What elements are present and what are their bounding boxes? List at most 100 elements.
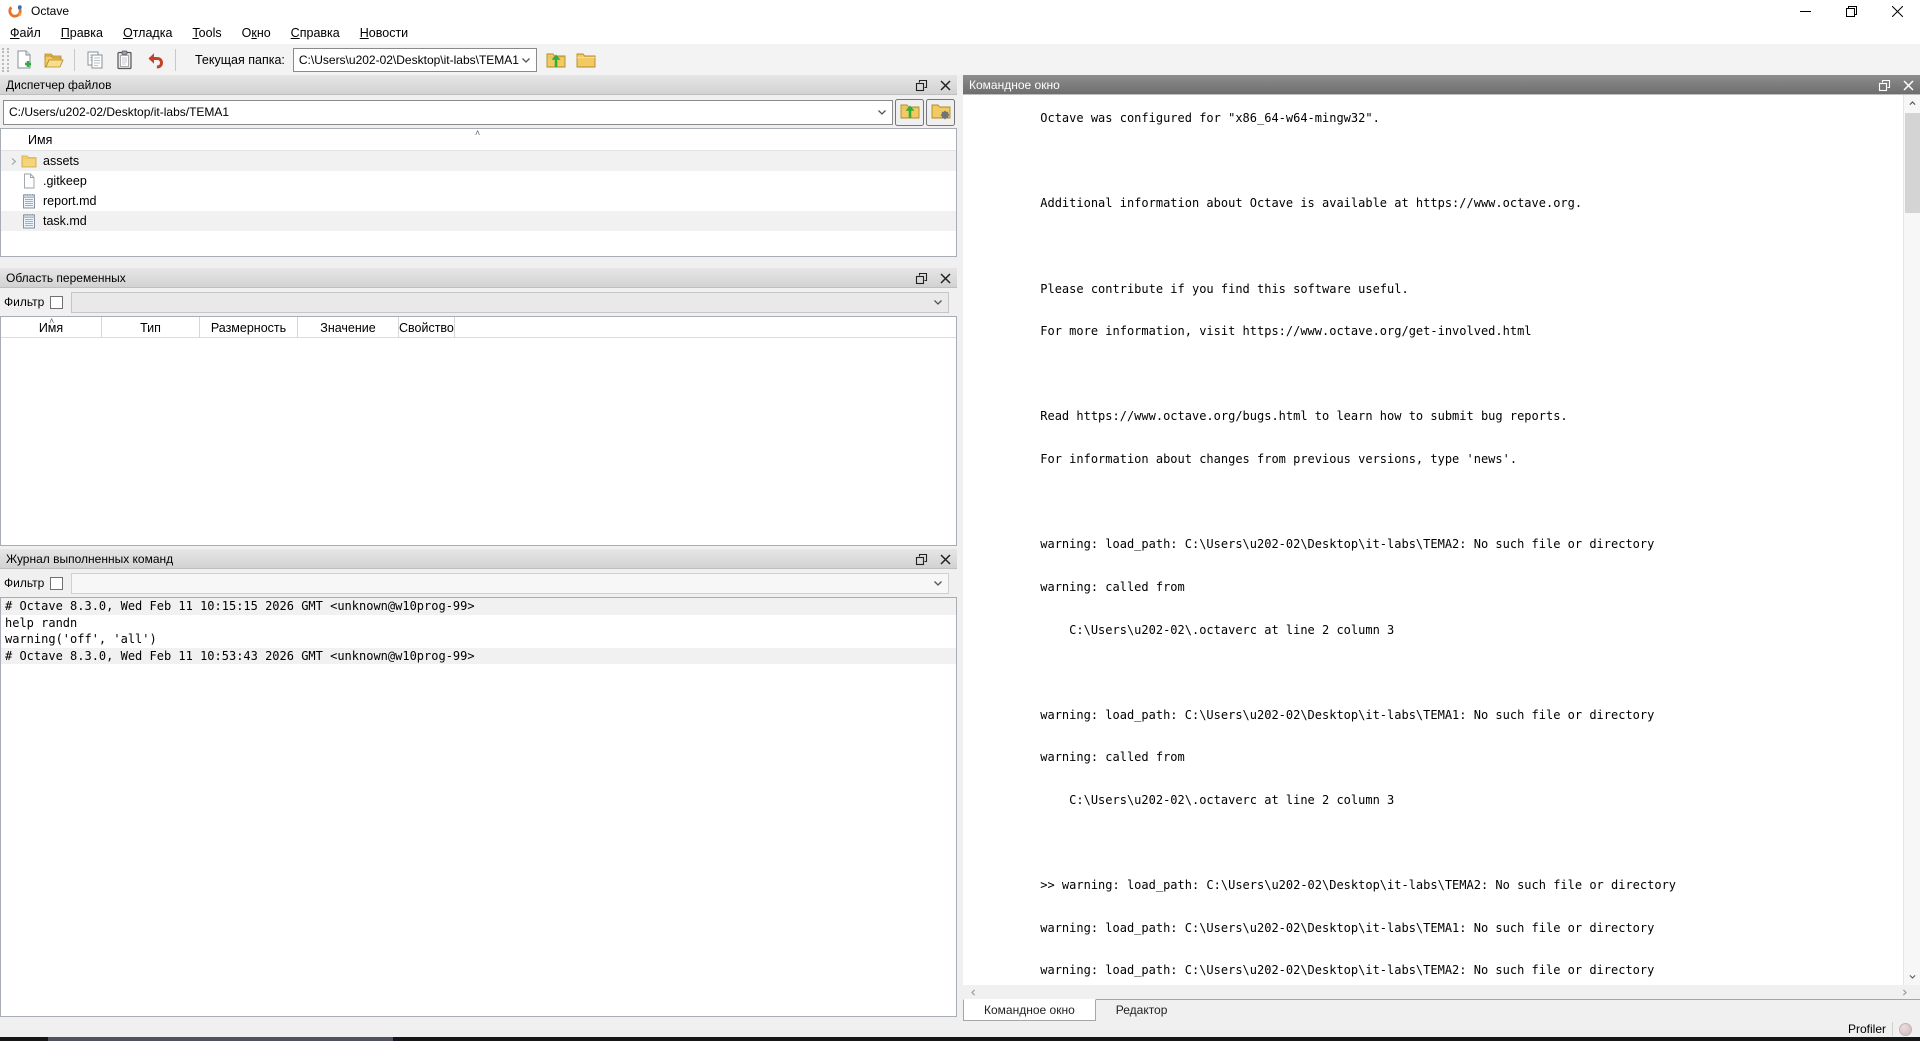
terminal-line: Please contribute if you find this softw… xyxy=(968,267,1903,310)
workspace-column-header[interactable]: Имя xyxy=(1,317,102,338)
file-name: .gitkeep xyxy=(43,174,87,188)
terminal-line xyxy=(968,353,1903,396)
toolbar-button[interactable] xyxy=(110,46,140,73)
terminal-line: C:\Users\u202-02\.octaverc at line 2 col… xyxy=(968,779,1903,822)
undock-icon[interactable] xyxy=(913,270,929,286)
file-browser-panel: Диспетчер файлов C:/Users/u202-02/Deskto… xyxy=(0,75,957,257)
menu-item[interactable]: Правка xyxy=(51,22,113,44)
file-browser-button[interactable] xyxy=(926,99,955,126)
terminal-line: Read https://www.octave.org/bugs.html to… xyxy=(968,395,1903,438)
current-folder-combobox[interactable]: C:\Users\u202-02\Desktop\it-labs\TEMA1 xyxy=(293,48,537,72)
terminal-line: For information about changes from previ… xyxy=(968,438,1903,481)
menu-item[interactable]: Отладка xyxy=(113,22,182,44)
workspace-filter-combobox[interactable] xyxy=(71,292,949,313)
undock-icon[interactable] xyxy=(1876,77,1892,93)
file-blank-icon xyxy=(21,173,37,189)
file-browser-button[interactable] xyxy=(895,99,924,126)
history-entry[interactable]: # Octave 8.3.0, Wed Feb 11 10:53:43 2026… xyxy=(1,648,956,665)
history-entry[interactable]: warning('off', 'all') xyxy=(1,631,956,648)
file-browser-titlebar[interactable]: Диспетчер файлов xyxy=(0,75,957,95)
restore-button[interactable] xyxy=(1828,0,1874,22)
file-browser-path-combobox[interactable]: C:/Users/u202-02/Desktop/it-labs/TEMA1 xyxy=(3,100,893,125)
history-titlebar[interactable]: Журнал выполненных команд xyxy=(0,549,957,569)
file-row[interactable]: .gitkeep xyxy=(1,171,956,191)
terminal-line: warning: load_path: C:\Users\u202-02\Des… xyxy=(968,523,1903,566)
workspace-column-header[interactable]: Значение xyxy=(298,317,399,338)
vertical-scrollbar[interactable] xyxy=(1903,95,1920,985)
main-toolbar: Текущая папка: C:\Users\u202-02\Desktop\… xyxy=(0,44,1920,75)
terminal-line xyxy=(968,140,1903,183)
undock-icon[interactable] xyxy=(913,77,929,93)
file-browser-title: Диспетчер файлов xyxy=(6,78,111,92)
file-list-header[interactable]: ˄ Имя xyxy=(1,129,956,151)
dock-tab[interactable]: Командное окно xyxy=(963,999,1096,1021)
profiler-indicator-icon[interactable] xyxy=(1899,1023,1912,1036)
workspace-table-header: ˄ Имя Тип Размерность Значение Свойство xyxy=(1,317,956,338)
file-list: ˄ Имя assets .gitkeep report.md xyxy=(0,128,957,257)
close-icon[interactable] xyxy=(937,77,953,93)
command-window-panel: Командное окно Octave was configured for… xyxy=(963,75,1920,985)
toolbar-path-button[interactable] xyxy=(571,46,601,73)
close-icon[interactable] xyxy=(937,551,953,567)
workspace-column-header[interactable]: Размерность xyxy=(200,317,298,338)
chevron-down-icon[interactable] xyxy=(876,106,888,118)
toolbar-separator xyxy=(74,49,75,71)
menu-item[interactable]: Справка xyxy=(281,22,350,44)
terminal-line xyxy=(968,651,1903,694)
toolbar-button[interactable] xyxy=(140,46,170,73)
horizontal-scrollbar[interactable] xyxy=(963,985,1920,999)
terminal-line: >> warning: load_path: C:\Users\u202-02\… xyxy=(968,864,1903,907)
close-icon[interactable] xyxy=(1900,77,1916,93)
terminal-line xyxy=(968,225,1903,268)
history-filter-combobox[interactable] xyxy=(71,573,949,594)
menu-item[interactable]: Окно xyxy=(232,22,281,44)
workspace-column-header[interactable]: Свойство xyxy=(399,317,455,338)
toolbar-drag-handle[interactable] xyxy=(2,48,9,72)
workspace-filter-label: Фильтр xyxy=(4,295,44,309)
history-list: # Octave 8.3.0, Wed Feb 11 10:15:15 2026… xyxy=(0,597,957,1017)
workspace-column-header[interactable]: Тип xyxy=(102,317,200,338)
menu-item[interactable]: Tools xyxy=(182,22,231,44)
open-folder-icon xyxy=(44,50,64,70)
command-window-titlebar[interactable]: Командное окно xyxy=(963,75,1920,95)
undock-icon[interactable] xyxy=(913,551,929,567)
file-row[interactable]: task.md xyxy=(1,211,956,231)
scroll-down-icon[interactable] xyxy=(1904,968,1920,985)
menu-item[interactable]: Новости xyxy=(350,22,418,44)
terminal-line: warning: load_path: C:\Users\u202-02\Des… xyxy=(968,694,1903,737)
scroll-left-icon[interactable] xyxy=(965,985,981,999)
workspace-filter-checkbox[interactable] xyxy=(50,296,63,309)
chevron-down-icon xyxy=(932,296,944,308)
terminal-output[interactable]: Octave was configured for "x86_64-w64-mi… xyxy=(963,95,1903,985)
close-button[interactable] xyxy=(1874,0,1920,22)
current-folder-label: Текущая папка: xyxy=(195,53,285,67)
file-browser-toolbar: C:/Users/u202-02/Desktop/it-labs/TEMA1 xyxy=(0,96,957,128)
expander-chevron-icon[interactable] xyxy=(5,157,21,166)
file-row[interactable]: report.md xyxy=(1,191,956,211)
workspace-titlebar[interactable]: Область переменных xyxy=(0,268,957,288)
window-controls xyxy=(1782,0,1920,22)
file-name: report.md xyxy=(43,194,97,208)
toolbar-button[interactable] xyxy=(80,46,110,73)
history-filter-checkbox[interactable] xyxy=(50,577,63,590)
terminal-line: warning: load_path: C:\Users\u202-02\Des… xyxy=(968,907,1903,950)
toolbar-button[interactable] xyxy=(39,46,69,73)
chevron-down-icon[interactable] xyxy=(520,54,532,66)
scroll-up-icon[interactable] xyxy=(1904,95,1920,112)
menu-item[interactable]: Файл xyxy=(0,22,51,44)
history-entry[interactable]: # Octave 8.3.0, Wed Feb 11 10:15:15 2026… xyxy=(1,598,956,615)
toolbar-button[interactable] xyxy=(9,46,39,73)
terminal-line: C:\Users\u202-02\.octaverc at line 2 col… xyxy=(968,608,1903,651)
history-entry[interactable]: help randn xyxy=(1,615,956,632)
taskbar-active-segment xyxy=(48,1037,393,1041)
workspace-panel: Область переменных Фильтр ˄ Имя Тип Разм… xyxy=(0,268,957,546)
minimize-button[interactable] xyxy=(1782,0,1828,22)
toolbar-path-button[interactable] xyxy=(541,46,571,73)
scrollbar-thumb[interactable] xyxy=(1905,113,1920,213)
toolbar-path-buttons xyxy=(541,46,601,73)
folder-up-icon xyxy=(900,101,920,124)
dock-tab[interactable]: Редактор xyxy=(1096,999,1188,1021)
file-row[interactable]: assets xyxy=(1,151,956,171)
close-icon[interactable] xyxy=(937,270,953,286)
scroll-right-icon[interactable] xyxy=(1896,985,1912,999)
